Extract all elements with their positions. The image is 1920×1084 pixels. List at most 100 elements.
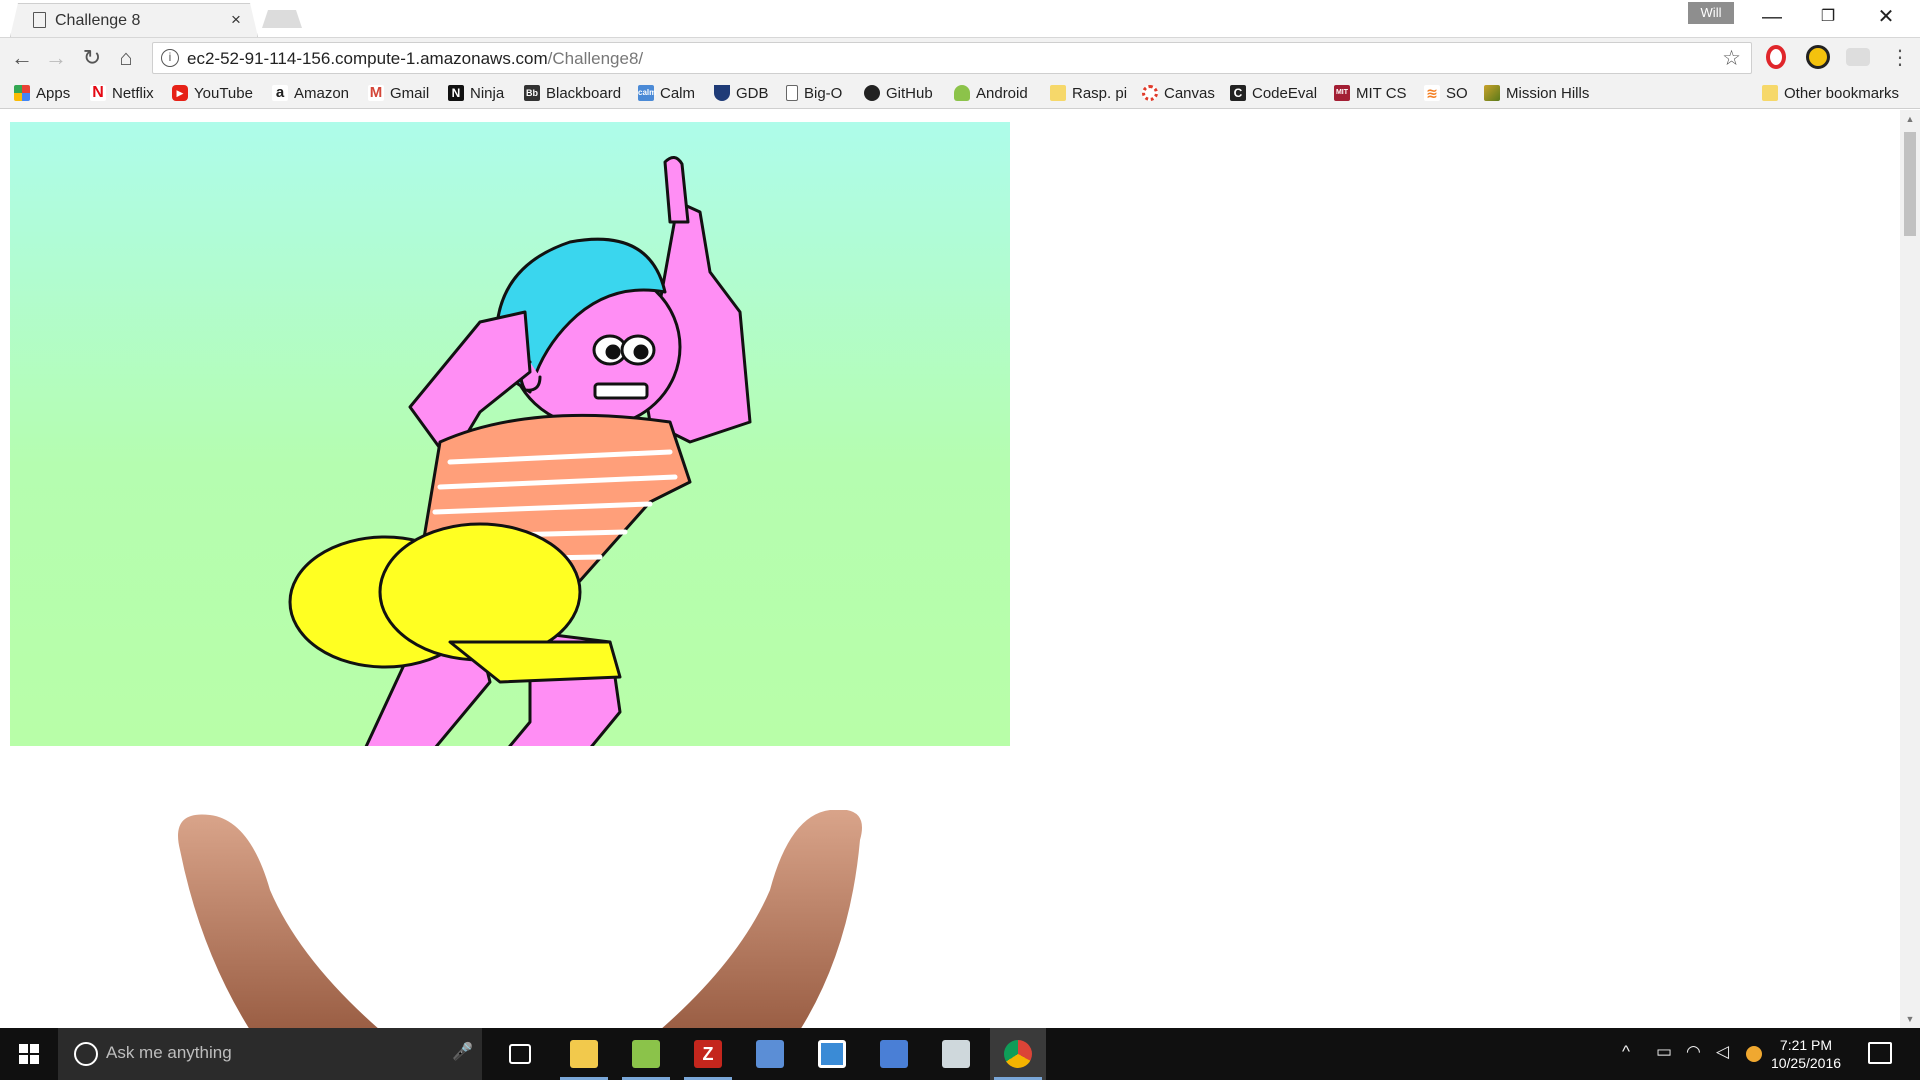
home-button[interactable]: ⌂ [110,42,142,74]
taskbar-scrivener[interactable] [804,1028,860,1080]
apps-grid-icon [14,85,30,101]
bookmark-calm[interactable]: calm Calm [638,82,695,104]
dancing-character-image [10,122,1010,856]
taskbar-network[interactable] [866,1028,922,1080]
weather-icon[interactable] [1746,1046,1762,1062]
bookmark-canvas[interactable]: Canvas [1142,82,1215,104]
bookmark-mit-cs[interactable]: MIT MIT CS [1334,82,1407,104]
virtualbox-icon [756,1040,784,1068]
bookmark-youtube[interactable]: ▶ YouTube [172,82,253,104]
tab-strip: Challenge 8 × Will — ❐ ✕ [0,0,1920,37]
page-icon [786,85,798,101]
tab-close-icon[interactable]: × [231,10,241,30]
network-icon [880,1040,908,1068]
notepad-plus-icon [632,1040,660,1068]
bookmark-amazon[interactable]: a Amazon [272,82,349,104]
filezilla-icon: Z [694,1040,722,1068]
restore-button[interactable]: ❐ [1800,0,1856,34]
menu-icon[interactable]: ⋮ [1884,42,1916,74]
microphone-icon[interactable]: 🎤 [452,1042,473,1062]
bookmark-gdb[interactable]: GDB [714,82,769,104]
stackoverflow-icon: ≋ [1424,85,1440,101]
opera-extension-icon[interactable] [1766,45,1786,69]
clock-time: 7:21 PM [1779,1037,1833,1053]
forward-button[interactable]: → [40,42,72,74]
bookmark-apps[interactable]: Apps [14,82,70,104]
volume-icon[interactable]: ◁ [1716,1042,1729,1062]
action-center-icon[interactable] [1868,1042,1892,1064]
github-icon [864,85,880,101]
cartoon-figure [288,156,752,856]
gmail-icon: M [368,84,384,101]
bookmark-codeeval[interactable]: C CodeEval [1230,82,1317,104]
chrome-icon [1004,1040,1032,1068]
mit-icon: MIT [1334,85,1350,101]
bookmark-big-o[interactable]: Big-O [786,82,842,104]
bookmark-android[interactable]: Android [954,82,1028,104]
windows-logo-icon [19,1044,39,1064]
search-placeholder: Ask me anything [106,1043,232,1062]
android-icon [954,85,970,101]
folder-icon [1762,85,1778,101]
bookmark-blackboard[interactable]: Bb Blackboard [524,82,621,104]
bookmark-so[interactable]: ≋ SO [1424,82,1468,104]
task-view-button[interactable] [492,1028,548,1080]
page-scrollbar[interactable]: ▲ ▼ [1900,110,1920,1028]
task-view-icon [509,1044,531,1064]
minimize-button[interactable]: — [1744,0,1800,34]
tab-title: Challenge 8 [55,12,141,29]
scanner-icon [942,1040,970,1068]
taskbar-file-explorer[interactable] [556,1028,612,1080]
codeeval-icon: C [1230,85,1246,101]
scroll-up-arrow-icon[interactable]: ▲ [1900,110,1920,128]
profile-button[interactable]: Will [1688,2,1734,24]
bookmark-gmail[interactable]: M Gmail [368,82,429,104]
cortana-search-box[interactable]: Ask me anything 🎤 [58,1028,482,1080]
taskbar-scanner[interactable] [928,1028,984,1080]
taskbar-notepad-plus[interactable] [618,1028,674,1080]
page-icon [33,12,46,28]
info-icon[interactable]: i [161,49,179,67]
blackboard-icon: Bb [524,85,540,101]
bookmark-github[interactable]: GitHub [864,82,933,104]
reload-button[interactable]: ↻ [76,42,108,74]
cortana-icon [74,1042,98,1066]
url-host: ec2-52-91-114-156.compute-1.amazonaws.co… [187,49,548,68]
address-bar[interactable]: i ec2-52-91-114-156.compute-1.amazonaws.… [152,42,1752,74]
radiation-extension-icon[interactable] [1806,45,1830,69]
thumbs-up-hands-image [178,810,862,1028]
tab-challenge-8[interactable]: Challenge 8 × [10,3,258,37]
scrollbar-thumb[interactable] [1904,132,1916,236]
amazon-icon: a [272,85,288,101]
scroll-down-arrow-icon[interactable]: ▼ [1900,1010,1920,1028]
folder-icon [1050,85,1066,101]
other-bookmarks[interactable]: Other bookmarks [1762,82,1899,104]
bookmark-ninja[interactable]: N Ninja [448,82,504,104]
new-tab-button[interactable] [262,10,302,28]
mission-hills-icon [1484,85,1500,101]
page-content [0,110,1900,1028]
clock[interactable]: 7:21 PM 10/25/2016 [1770,1036,1842,1072]
gdb-icon [714,85,730,101]
folder-icon [570,1040,598,1068]
close-window-button[interactable]: ✕ [1858,0,1914,34]
taskbar-virtualbox[interactable] [742,1028,798,1080]
chevron-up-icon[interactable]: ^ [1622,1042,1630,1062]
calm-icon: calm [638,85,656,101]
bookmark-star-icon[interactable]: ☆ [1722,46,1741,71]
bookmark-netflix[interactable]: N Netflix [90,82,154,104]
start-button[interactable] [0,1028,58,1080]
back-button[interactable]: ← [6,42,38,74]
taskbar-chrome[interactable] [990,1028,1046,1080]
windows-taskbar: Ask me anything 🎤 Z ^ ▭ ◠ ◁ 7:21 PM 10/2… [0,1028,1920,1080]
battery-icon[interactable]: ▭ [1656,1042,1672,1062]
taskbar-filezilla[interactable]: Z [680,1028,736,1080]
bookmarks-bar: Apps N Netflix ▶ YouTube a Amazon M Gmail NN… [0,77,1920,109]
chat-extension-icon[interactable] [1846,48,1870,66]
canvas-icon [1142,85,1158,101]
bookmark-mission-hills[interactable]: Mission Hills [1484,82,1589,104]
url-text[interactable]: ec2-52-91-114-156.compute-1.amazonaws.co… [187,49,643,69]
wifi-icon[interactable]: ◠ [1686,1042,1701,1062]
bookmark-rasp-pi[interactable]: Rasp. pi [1050,82,1127,104]
netflix-icon: N [90,85,106,101]
